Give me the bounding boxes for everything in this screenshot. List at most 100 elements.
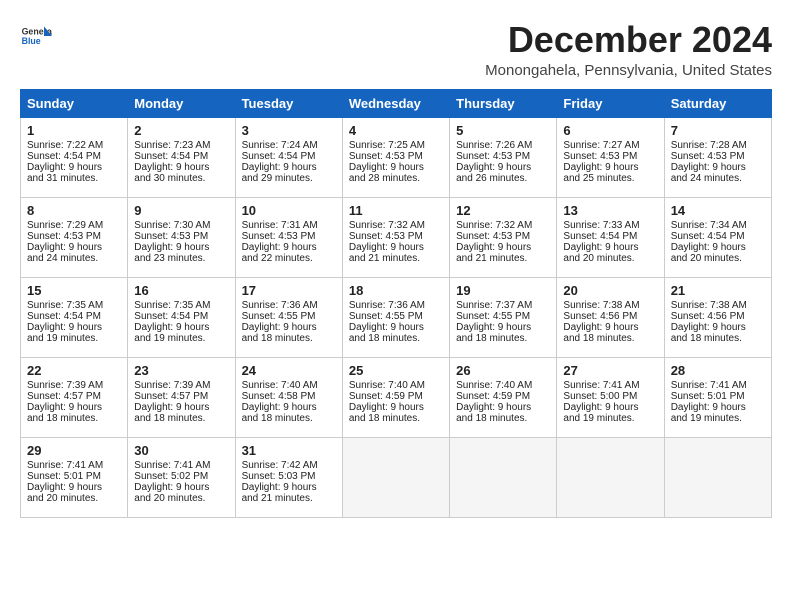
daylight-text: Daylight: 9 hours and 28 minutes.: [349, 162, 443, 184]
sunrise-text: Sunrise: 7:23 AM: [134, 140, 228, 151]
day-number: 22: [27, 363, 121, 378]
day-number: 5: [456, 123, 550, 138]
sunrise-text: Sunrise: 7:39 AM: [134, 380, 228, 391]
sunset-text: Sunset: 5:01 PM: [27, 471, 121, 482]
sunset-text: Sunset: 5:00 PM: [563, 391, 657, 402]
sunset-text: Sunset: 4:53 PM: [456, 231, 550, 242]
sunrise-text: Sunrise: 7:27 AM: [563, 140, 657, 151]
day-number: 11: [349, 203, 443, 218]
calendar-week-5: 29Sunrise: 7:41 AMSunset: 5:01 PMDayligh…: [21, 437, 772, 517]
calendar-cell: 29Sunrise: 7:41 AMSunset: 5:01 PMDayligh…: [21, 437, 128, 517]
sunrise-text: Sunrise: 7:24 AM: [242, 140, 336, 151]
sunset-text: Sunset: 4:54 PM: [27, 151, 121, 162]
sunset-text: Sunset: 5:02 PM: [134, 471, 228, 482]
daylight-text: Daylight: 9 hours and 20 minutes.: [27, 482, 121, 504]
calendar-cell: 16Sunrise: 7:35 AMSunset: 4:54 PMDayligh…: [128, 277, 235, 357]
calendar-week-2: 8Sunrise: 7:29 AMSunset: 4:53 PMDaylight…: [21, 197, 772, 277]
sunrise-text: Sunrise: 7:40 AM: [242, 380, 336, 391]
daylight-text: Daylight: 9 hours and 22 minutes.: [242, 242, 336, 264]
daylight-text: Daylight: 9 hours and 18 minutes.: [349, 322, 443, 344]
day-number: 28: [671, 363, 765, 378]
sunset-text: Sunset: 4:53 PM: [349, 151, 443, 162]
col-header-saturday: Saturday: [664, 89, 771, 117]
sunset-text: Sunset: 4:55 PM: [349, 311, 443, 322]
sunset-text: Sunset: 4:57 PM: [134, 391, 228, 402]
sunset-text: Sunset: 4:53 PM: [671, 151, 765, 162]
daylight-text: Daylight: 9 hours and 31 minutes.: [27, 162, 121, 184]
calendar-cell: 3Sunrise: 7:24 AMSunset: 4:54 PMDaylight…: [235, 117, 342, 197]
sunset-text: Sunset: 4:53 PM: [242, 231, 336, 242]
daylight-text: Daylight: 9 hours and 25 minutes.: [563, 162, 657, 184]
daylight-text: Daylight: 9 hours and 21 minutes.: [349, 242, 443, 264]
col-header-monday: Monday: [128, 89, 235, 117]
calendar-header-row: SundayMondayTuesdayWednesdayThursdayFrid…: [21, 89, 772, 117]
sunrise-text: Sunrise: 7:36 AM: [349, 300, 443, 311]
day-number: 19: [456, 283, 550, 298]
day-number: 17: [242, 283, 336, 298]
calendar-cell: 17Sunrise: 7:36 AMSunset: 4:55 PMDayligh…: [235, 277, 342, 357]
calendar-week-4: 22Sunrise: 7:39 AMSunset: 4:57 PMDayligh…: [21, 357, 772, 437]
day-number: 30: [134, 443, 228, 458]
sunset-text: Sunset: 4:53 PM: [456, 151, 550, 162]
sunrise-text: Sunrise: 7:41 AM: [27, 460, 121, 471]
daylight-text: Daylight: 9 hours and 21 minutes.: [456, 242, 550, 264]
sunrise-text: Sunrise: 7:25 AM: [349, 140, 443, 151]
sunset-text: Sunset: 4:54 PM: [134, 311, 228, 322]
daylight-text: Daylight: 9 hours and 18 minutes.: [242, 322, 336, 344]
calendar-week-1: 1Sunrise: 7:22 AMSunset: 4:54 PMDaylight…: [21, 117, 772, 197]
sunrise-text: Sunrise: 7:40 AM: [456, 380, 550, 391]
calendar-table: SundayMondayTuesdayWednesdayThursdayFrid…: [20, 89, 772, 518]
day-number: 21: [671, 283, 765, 298]
day-number: 13: [563, 203, 657, 218]
day-number: 7: [671, 123, 765, 138]
month-title: December 2024: [485, 20, 772, 60]
calendar-cell: 28Sunrise: 7:41 AMSunset: 5:01 PMDayligh…: [664, 357, 771, 437]
sunrise-text: Sunrise: 7:38 AM: [671, 300, 765, 311]
sunrise-text: Sunrise: 7:22 AM: [27, 140, 121, 151]
calendar-cell: 8Sunrise: 7:29 AMSunset: 4:53 PMDaylight…: [21, 197, 128, 277]
daylight-text: Daylight: 9 hours and 23 minutes.: [134, 242, 228, 264]
day-number: 10: [242, 203, 336, 218]
daylight-text: Daylight: 9 hours and 18 minutes.: [563, 322, 657, 344]
calendar-cell: 2Sunrise: 7:23 AMSunset: 4:54 PMDaylight…: [128, 117, 235, 197]
calendar-cell: 4 Sunrise: 7:25 AMSunset: 4:53 PMDaylight…: [342, 117, 449, 197]
day-number: 4: [349, 123, 443, 138]
calendar-cell: 1Sunrise: 7:22 AMSunset: 4:54 PMDaylight…: [21, 117, 128, 197]
col-header-sunday: Sunday: [21, 89, 128, 117]
daylight-text: Daylight: 9 hours and 18 minutes.: [27, 402, 121, 424]
sunrise-text: Sunrise: 7:41 AM: [671, 380, 765, 391]
sunrise-text: Sunrise: 7:28 AM: [671, 140, 765, 151]
calendar-cell: 13Sunrise: 7:33 AMSunset: 4:54 PMDayligh…: [557, 197, 664, 277]
svg-text:Blue: Blue: [22, 36, 41, 46]
calendar-cell: 7Sunrise: 7:28 AMSunset: 4:53 PMDaylight…: [664, 117, 771, 197]
day-number: 24: [242, 363, 336, 378]
location-title: Monongahela, Pennsylvania, United States: [485, 62, 772, 79]
calendar-cell: 12Sunrise: 7:32 AMSunset: 4:53 PMDayligh…: [450, 197, 557, 277]
sunset-text: Sunset: 4:54 PM: [27, 311, 121, 322]
calendar-cell: 10Sunrise: 7:31 AMSunset: 4:53 PMDayligh…: [235, 197, 342, 277]
daylight-text: Daylight: 9 hours and 18 minutes.: [349, 402, 443, 424]
calendar-cell: 23Sunrise: 7:39 AMSunset: 4:57 PMDayligh…: [128, 357, 235, 437]
logo-icon: General Blue: [20, 20, 52, 52]
daylight-text: Daylight: 9 hours and 19 minutes.: [134, 322, 228, 344]
calendar-cell: [342, 437, 449, 517]
calendar-week-3: 15Sunrise: 7:35 AMSunset: 4:54 PMDayligh…: [21, 277, 772, 357]
sunrise-text: Sunrise: 7:26 AM: [456, 140, 550, 151]
col-header-thursday: Thursday: [450, 89, 557, 117]
daylight-text: Daylight: 9 hours and 18 minutes.: [242, 402, 336, 424]
calendar-cell: 6Sunrise: 7:27 AMSunset: 4:53 PMDaylight…: [557, 117, 664, 197]
daylight-text: Daylight: 9 hours and 21 minutes.: [242, 482, 336, 504]
sunrise-text: Sunrise: 7:32 AM: [456, 220, 550, 231]
daylight-text: Daylight: 9 hours and 19 minutes.: [27, 322, 121, 344]
col-header-friday: Friday: [557, 89, 664, 117]
sunset-text: Sunset: 4:59 PM: [349, 391, 443, 402]
sunset-text: Sunset: 4:54 PM: [242, 151, 336, 162]
day-number: 26: [456, 363, 550, 378]
sunset-text: Sunset: 4:56 PM: [671, 311, 765, 322]
sunrise-text: Sunrise: 7:39 AM: [27, 380, 121, 391]
sunset-text: Sunset: 5:03 PM: [242, 471, 336, 482]
calendar-cell: 18Sunrise: 7:36 AMSunset: 4:55 PMDayligh…: [342, 277, 449, 357]
logo: General Blue: [20, 20, 52, 52]
sunset-text: Sunset: 4:53 PM: [349, 231, 443, 242]
calendar-cell: [450, 437, 557, 517]
